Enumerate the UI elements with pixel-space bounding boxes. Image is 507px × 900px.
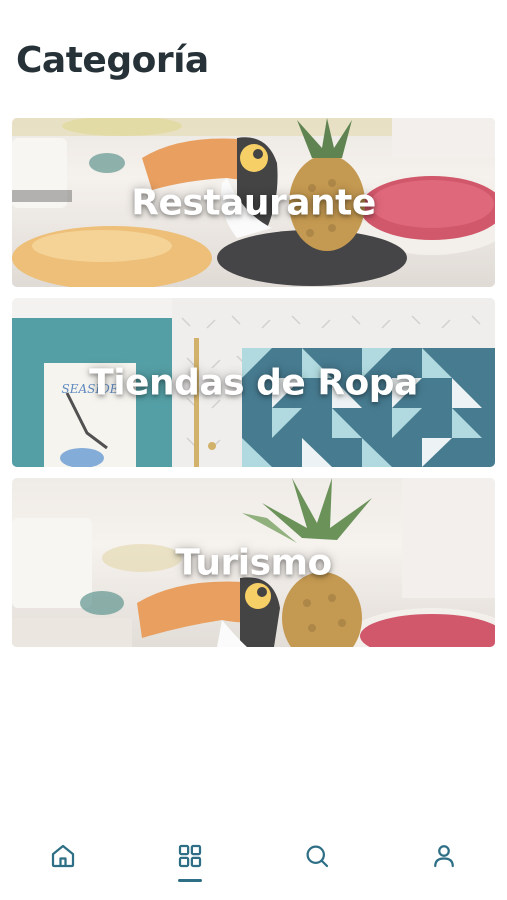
category-card-restaurante[interactable]: Restaurante xyxy=(12,118,495,287)
nav-profile[interactable] xyxy=(414,828,474,884)
category-label: Restaurante xyxy=(131,182,376,223)
active-tab-indicator xyxy=(178,879,203,882)
bottom-navigation xyxy=(0,822,507,900)
home-icon xyxy=(52,844,75,868)
nav-home[interactable] xyxy=(33,828,93,884)
page-title: Categoría xyxy=(16,40,209,81)
search-icon xyxy=(306,845,328,868)
category-card-tiendas-de-ropa[interactable]: SEASIDE Tiendas de Ropa xyxy=(12,298,495,467)
grid-icon xyxy=(179,844,202,868)
app-screen: Categoría Restaurante SEASIDE Tiendas de… xyxy=(0,0,507,900)
category-card-turismo[interactable]: Turismo xyxy=(12,478,495,647)
nav-categories[interactable] xyxy=(160,828,220,884)
category-label: Turismo xyxy=(175,542,332,583)
nav-search[interactable] xyxy=(287,828,347,884)
category-label: Tiendas de Ropa xyxy=(89,362,418,403)
user-icon xyxy=(433,845,454,868)
